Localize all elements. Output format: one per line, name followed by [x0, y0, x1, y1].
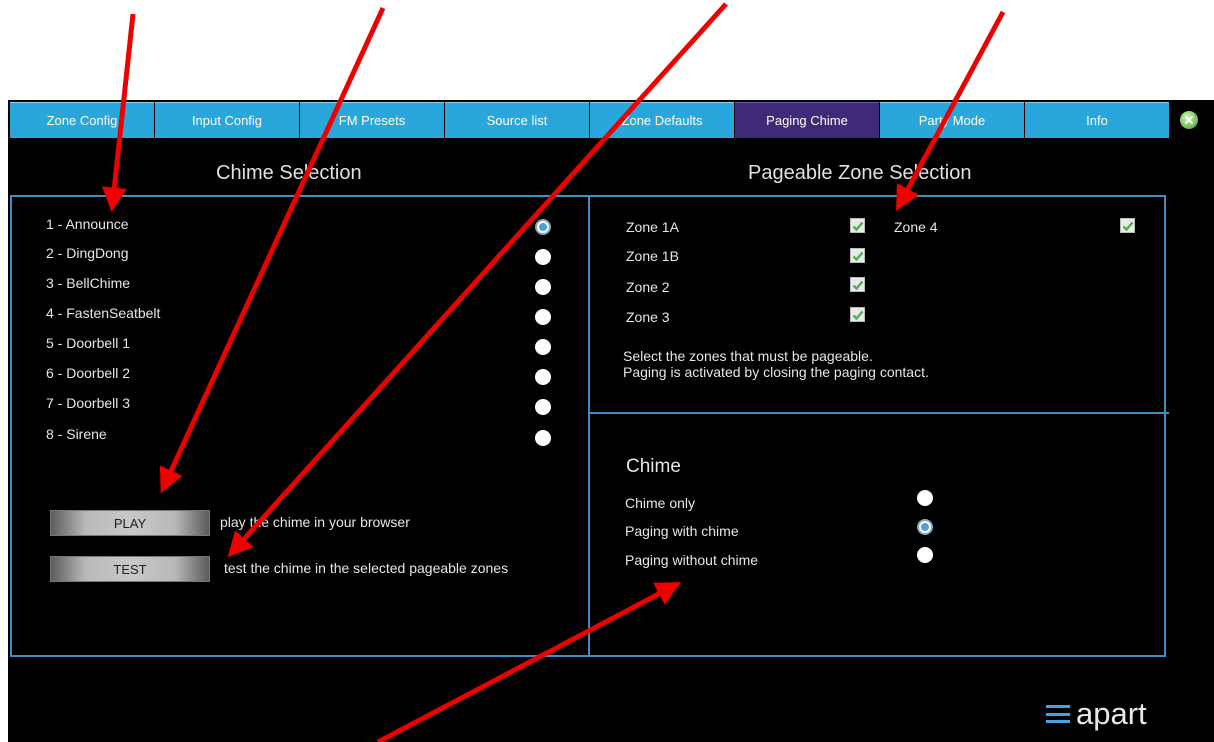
checkmark-icon	[1122, 221, 1133, 231]
chime-radio-doorbell-1[interactable]	[535, 339, 551, 355]
tab-party-mode[interactable]: Party Mode	[880, 102, 1024, 138]
tab-source-list[interactable]: Source list	[445, 102, 589, 138]
panel-divider-horizontal	[589, 412, 1169, 414]
chime-radio-sirene[interactable]	[535, 430, 551, 446]
pageable-zone-selection-title: Pageable Zone Selection	[748, 162, 972, 184]
chime-radio-fastenseatbelt[interactable]	[535, 309, 551, 325]
chime-selection-title: Chime Selection	[216, 162, 362, 184]
paging-without-chime-radio[interactable]	[917, 547, 933, 563]
chime-radio-dingdong[interactable]	[535, 249, 551, 265]
checkmark-icon	[852, 310, 863, 320]
tab-zone-config[interactable]: Zone Config	[10, 102, 154, 138]
chime-item-label: 2 - DingDong	[46, 245, 129, 261]
tab-input-config[interactable]: Input Config	[155, 102, 299, 138]
checkmark-icon	[852, 251, 863, 261]
chime-item-label: 3 - BellChime	[46, 275, 131, 291]
chime-mode-label: Paging without chime	[625, 552, 759, 568]
zone-1b-checkbox[interactable]	[850, 248, 865, 263]
chime-only-radio[interactable]	[917, 490, 933, 506]
zone-4-checkbox[interactable]	[1120, 218, 1135, 233]
zone-label: Zone 4	[894, 219, 938, 235]
close-icon	[1185, 116, 1193, 124]
chime-mode-label: Chime only	[625, 495, 696, 511]
chime-radio-doorbell-2[interactable]	[535, 369, 551, 385]
zone-2-checkbox[interactable]	[850, 277, 865, 292]
chime-radio-doorbell-3[interactable]	[535, 399, 551, 415]
close-button[interactable]	[1180, 111, 1198, 129]
chime-mode-label: Paging with chime	[625, 523, 739, 539]
tab-info[interactable]: Info	[1025, 102, 1169, 138]
apart-logo: apart	[1046, 696, 1147, 732]
chime-item-label: 5 - Doorbell 1	[46, 335, 131, 351]
tab-fm-presets[interactable]: FM Presets	[300, 102, 444, 138]
chime-radio-bellchime[interactable]	[535, 279, 551, 295]
zone-help-line-1: Select the zones that must be pageable.	[623, 348, 873, 364]
play-button[interactable]: PLAY	[50, 510, 210, 536]
chime-radio-announce[interactable]	[535, 219, 551, 235]
test-description: test the chime in the selected pageable …	[224, 560, 509, 576]
logo-wordmark: apart	[1076, 696, 1147, 731]
tab-paging-chime[interactable]: Paging Chime	[735, 102, 879, 138]
tab-bar: Zone Config Input Config FM Presets Sour…	[10, 102, 1172, 138]
chime-item-label: 1 - Announce	[46, 216, 129, 232]
paging-chime-window: Zone Config Input Config FM Presets Sour…	[8, 100, 1214, 742]
zone-help-line-2: Paging is activated by closing the pagin…	[623, 364, 929, 380]
checkmark-icon	[852, 221, 863, 231]
chime-item-label: 6 - Doorbell 2	[46, 365, 131, 381]
logo-bars-icon	[1046, 705, 1070, 723]
chime-mode-heading: Chime	[626, 456, 681, 477]
zone-label: Zone 1A	[626, 219, 679, 235]
zone-label: Zone 2	[626, 279, 670, 295]
play-description: play the chime in your browser	[220, 514, 410, 530]
checkmark-icon	[852, 280, 863, 290]
tab-zone-defaults[interactable]: Zone Defaults	[590, 102, 734, 138]
chime-item-label: 4 - FastenSeatbelt	[46, 305, 161, 321]
test-button[interactable]: TEST	[50, 556, 210, 582]
chime-item-label: 8 - Sirene	[46, 426, 107, 442]
zone-label: Zone 1B	[626, 248, 679, 264]
zone-label: Zone 3	[626, 309, 670, 325]
zone-1a-checkbox[interactable]	[850, 218, 865, 233]
paging-with-chime-radio[interactable]	[917, 519, 933, 535]
chime-item-label: 7 - Doorbell 3	[46, 395, 131, 411]
panel-divider-vertical	[588, 196, 590, 656]
zone-3-checkbox[interactable]	[850, 307, 865, 322]
